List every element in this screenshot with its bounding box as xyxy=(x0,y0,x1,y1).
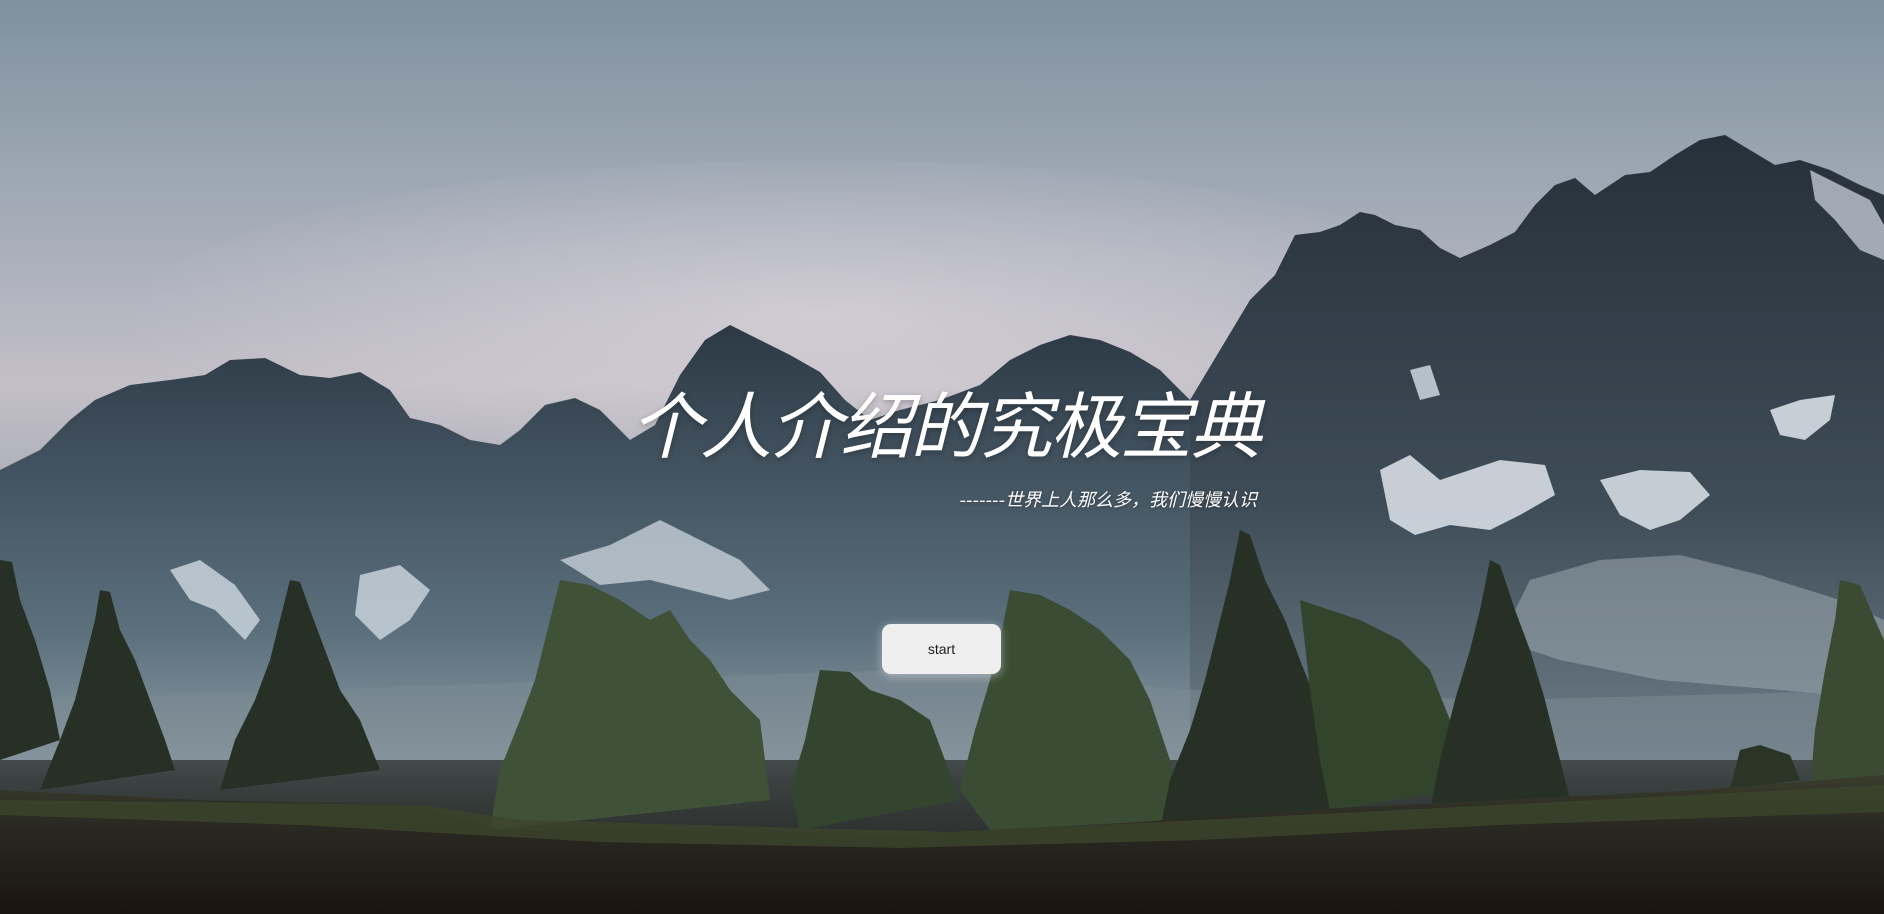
page-title: 个人介绍的究极宝典 xyxy=(630,385,1262,469)
start-button[interactable]: start xyxy=(882,624,1001,674)
subtitle: -------世界上人那么多，我们慢慢认识 xyxy=(959,490,1257,511)
hero-section: 个人介绍的究极宝典 -------世界上人那么多，我们慢慢认识 start xyxy=(0,0,1884,914)
